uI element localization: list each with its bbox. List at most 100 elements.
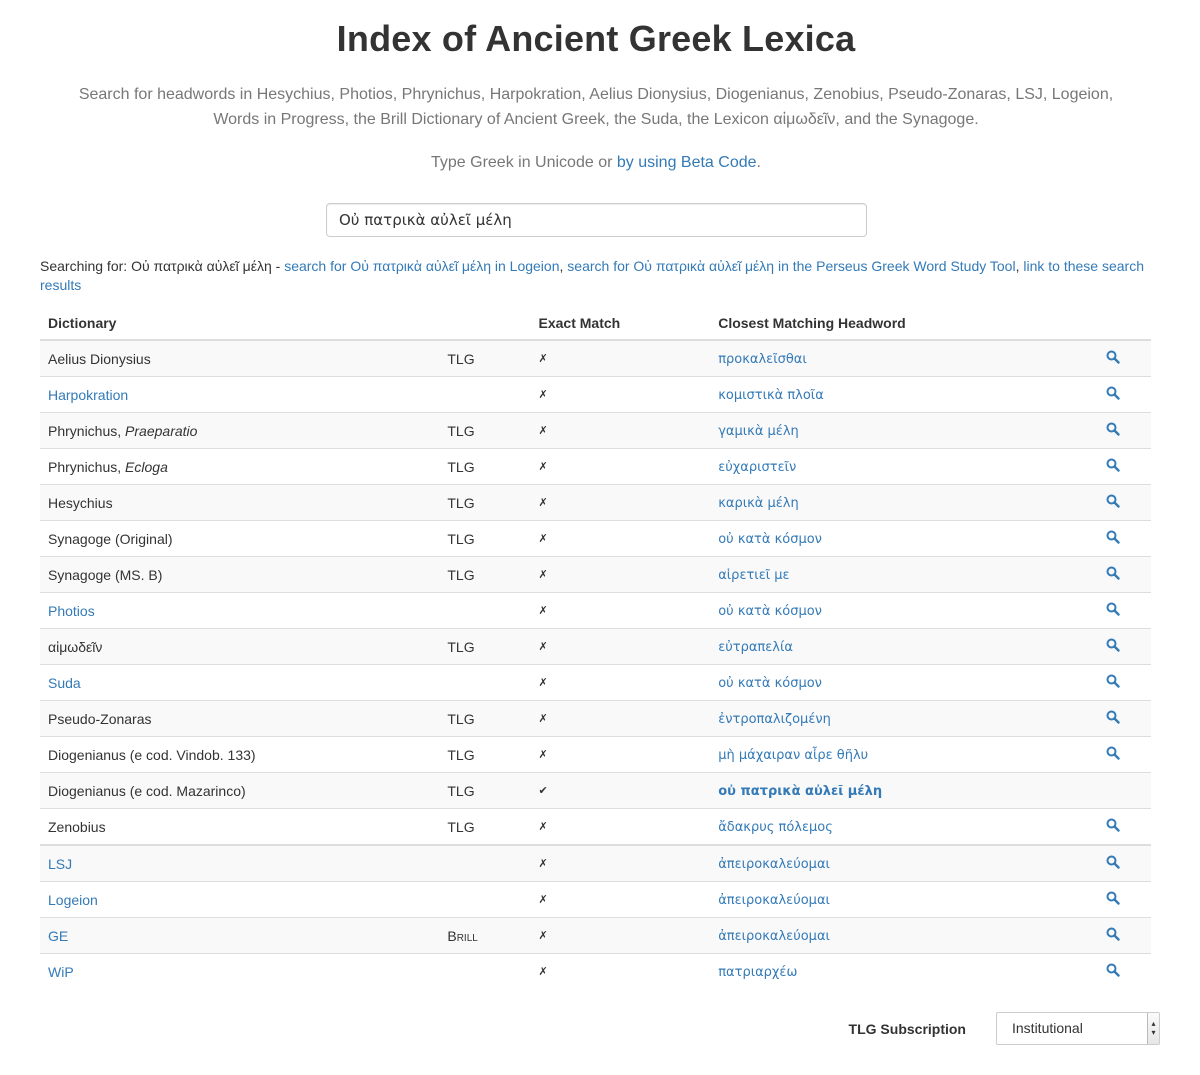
source-label: TLG (439, 628, 531, 665)
column-header-exact-match: Exact Match (530, 306, 711, 341)
dictionary-link[interactable]: Photios (48, 603, 95, 619)
search-icon-cell (1075, 917, 1151, 954)
dictionary-link[interactable]: LSJ (48, 856, 72, 872)
source-label: TLG (439, 808, 531, 845)
headword-link[interactable]: προκαλεῖσθαι (718, 352, 807, 367)
dictionary-cell: Synagoge (Original) (40, 520, 440, 557)
dictionary-cell: WiP (40, 953, 440, 989)
magnifier-icon[interactable] (1106, 710, 1121, 727)
magnifier-icon[interactable] (1106, 458, 1121, 475)
search-icon-cell (1075, 808, 1151, 845)
headword-link[interactable]: οὐ πατρικὰ αὐλεῖ μέλη (718, 784, 882, 799)
magnifier-icon[interactable] (1106, 638, 1121, 655)
source-label: TLG (439, 448, 531, 485)
tlg-subscription-label: TLG Subscription (848, 1020, 966, 1037)
headword-link[interactable]: οὐ κατὰ κόσμον (718, 604, 822, 619)
headword-link[interactable]: πατριαρχέω (718, 965, 797, 980)
headword-link[interactable]: ἄδακρυς πόλεμος (718, 820, 833, 835)
tlg-subscription-select[interactable]: Institutional ▴ ▾ (996, 1012, 1160, 1045)
beta-code-link[interactable]: by using Beta Code (617, 154, 757, 171)
headword-link[interactable]: εὐχαριστεῖν (718, 460, 796, 475)
headword-cell: κομιστικὰ πλοῖα (710, 376, 1076, 413)
search-icon-cell (1075, 339, 1151, 377)
magnifier-icon[interactable] (1106, 891, 1121, 908)
source-label: TLG (439, 556, 531, 593)
headword-link[interactable]: αἱρετιεῖ με (718, 568, 789, 583)
cross-icon: ✗ (530, 736, 711, 773)
headword-link[interactable]: καρικὰ μέλη (718, 496, 798, 511)
source-label: TLG (439, 339, 531, 377)
cross-icon: ✗ (530, 628, 711, 665)
magnifier-icon[interactable] (1106, 422, 1121, 439)
search-status: Searching for: Οὐ πατρικὰ αὐλεῖ μέλη - s… (40, 257, 1150, 295)
table-row: Synagoge (Original) TLG ✗ οὐ κατὰ κόσμον (40, 520, 1151, 557)
dictionary-name: αἱμωδεῖν (48, 638, 103, 655)
tlg-subscription-value: Institutional (1012, 1020, 1083, 1036)
dictionary-cell: Diogenianus (e cod. Mazarinco) (40, 772, 440, 809)
page-description: Search for headwords in Hesychius, Photi… (78, 86, 1114, 128)
dictionary-cell: Zenobius (40, 808, 440, 845)
dictionary-cell: Aelius Dionysius (40, 339, 440, 377)
table-row: Diogenianus (e cod. Vindob. 133) TLG ✗ μὴ μ… (40, 736, 1151, 773)
source-label (439, 592, 531, 629)
perseus-search-link[interactable]: search for Οὐ πατρικὰ αὐλεῖ μέλη in the … (567, 258, 1015, 274)
table-header-row: Dictionary Exact Match Closest Matching … (40, 306, 1151, 341)
headword-cell: ἄδακρυς πόλεμος (710, 808, 1076, 845)
headword-cell: οὐ κατὰ κόσμον (710, 592, 1076, 629)
headword-link[interactable]: μὴ μάχαιραν αἶρε θῆλυ (718, 748, 868, 763)
headword-link[interactable]: εὐτραπελία (718, 640, 793, 655)
dictionary-link[interactable]: Logeion (48, 892, 98, 908)
magnifier-icon[interactable] (1106, 674, 1121, 691)
source-label: TLG (439, 772, 531, 809)
logeion-search-link[interactable]: search for Οὐ πατρικὰ αὐλεῖ μέλη in Loge… (284, 258, 559, 274)
dictionary-cell: Phrynichus, Praeparatio (40, 412, 440, 449)
magnifier-icon[interactable] (1106, 494, 1121, 511)
headword-link[interactable]: ἀπειροκαλεύομαι (718, 857, 830, 872)
dictionary-link[interactable]: Suda (48, 675, 81, 691)
magnifier-icon[interactable] (1106, 818, 1121, 835)
magnifier-icon[interactable] (1106, 963, 1121, 980)
headword-cell: οὐ κατὰ κόσμον (710, 664, 1076, 701)
magnifier-icon[interactable] (1106, 927, 1121, 944)
magnifier-icon[interactable] (1106, 350, 1121, 367)
headword-cell: ἐντροπαλιζομένη (710, 700, 1076, 737)
input-hint-period: . (756, 154, 761, 171)
dictionary-cell: GE (40, 917, 440, 954)
dictionary-cell: Diogenianus (e cod. Vindob. 133) (40, 736, 440, 773)
table-row: Diogenianus (e cod. Mazarinco) TLG ✔ οὐ πατ… (40, 772, 1151, 809)
check-icon: ✔ (530, 772, 711, 809)
dictionary-link[interactable]: GE (48, 928, 68, 944)
magnifier-icon[interactable] (1106, 386, 1121, 403)
table-row: αἱμωδεῖν TLG ✗ εὐτραπελία (40, 628, 1151, 665)
headword-link[interactable]: ἐντροπαλιζομένη (718, 712, 831, 727)
headword-link[interactable]: ἀπειροκαλεύομαι (718, 893, 830, 908)
headword-link[interactable]: ἀπειροκαλεύομαι (718, 929, 830, 944)
magnifier-icon[interactable] (1106, 530, 1121, 547)
magnifier-icon[interactable] (1106, 855, 1121, 872)
source-label (439, 664, 531, 701)
table-row: Hesychius TLG ✗ καρικὰ μέλη (40, 484, 1151, 521)
headword-cell: γαμικὰ μέλη (710, 412, 1076, 449)
search-icon-cell (1075, 520, 1151, 557)
magnifier-icon[interactable] (1106, 566, 1121, 583)
dictionary-work: Ecloga (125, 458, 168, 475)
headword-link[interactable]: οὐ κατὰ κόσμον (718, 532, 822, 547)
dictionary-name: Aelius Dionysius (48, 350, 151, 367)
headword-link[interactable]: κομιστικὰ πλοῖα (718, 388, 824, 403)
dictionary-link[interactable]: Harpokration (48, 387, 128, 403)
column-header-source (439, 306, 531, 341)
dictionary-link[interactable]: WiP (48, 964, 74, 980)
search-icon-cell (1075, 953, 1151, 989)
headword-link[interactable]: γαμικὰ μέλη (718, 424, 799, 439)
column-header-dictionary: Dictionary (40, 306, 440, 341)
search-input[interactable] (326, 203, 867, 237)
headword-cell: αἱρετιεῖ με (710, 556, 1076, 593)
dictionary-cell: Pseudo-Zonaras (40, 700, 440, 737)
magnifier-icon[interactable] (1106, 602, 1121, 619)
magnifier-icon[interactable] (1106, 746, 1121, 763)
table-row: WiP ✗ πατριαρχέω (40, 953, 1151, 989)
select-arrows-icon: ▴ ▾ (1147, 1013, 1159, 1044)
source-label: TLG (439, 736, 531, 773)
headword-link[interactable]: οὐ κατὰ κόσμον (718, 676, 822, 691)
table-row: Synagoge (MS. B) TLG ✗ αἱρετιεῖ με (40, 556, 1151, 593)
